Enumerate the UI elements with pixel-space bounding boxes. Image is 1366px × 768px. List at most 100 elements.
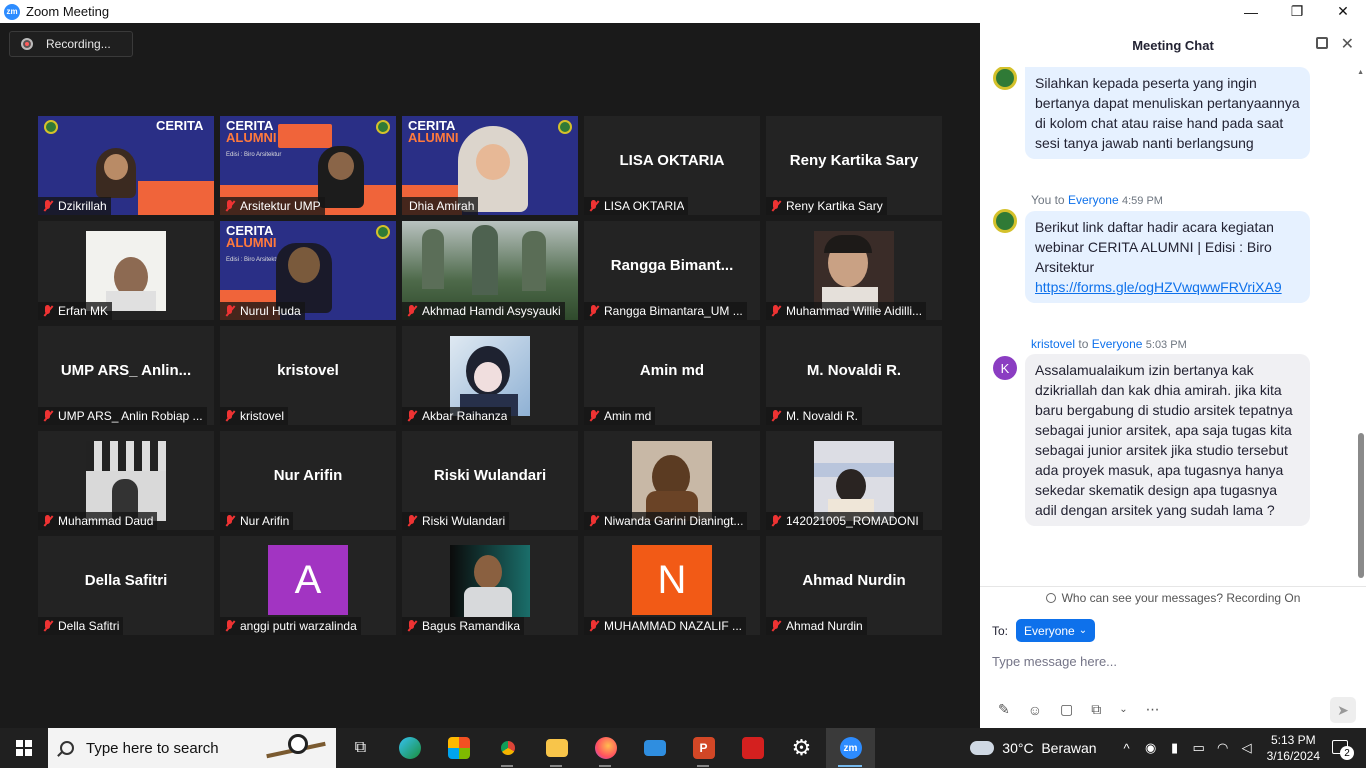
- recording-label: Recording...: [46, 37, 111, 51]
- message-link[interactable]: https://forms.gle/ogHZVwqwwFRVriXA9: [1035, 279, 1282, 295]
- participant-name: Della Safitri: [58, 619, 120, 633]
- participant-tile[interactable]: Muhammad Daud: [38, 431, 214, 530]
- participant-tile[interactable]: Reny Kartika Sary Reny Kartika Sary: [766, 116, 942, 215]
- participant-tile[interactable]: N MUHAMMAD NAZALIF ...: [584, 536, 760, 635]
- search-input[interactable]: [86, 739, 266, 757]
- acrobat-button[interactable]: [728, 728, 777, 768]
- meeting-chat-panel: Meeting Chat ✕ Silahkan kepada peserta y…: [980, 23, 1366, 728]
- banner-subtitle: ALUMNI: [226, 235, 277, 250]
- taskbar-search[interactable]: [48, 728, 336, 768]
- task-view-button[interactable]: ⧉: [336, 728, 385, 768]
- chrome-button[interactable]: [483, 728, 532, 768]
- participant-tile[interactable]: Della Safitri Della Safitri: [38, 536, 214, 635]
- who-can-see-banner[interactable]: Who can see your messages? Recording On: [980, 586, 1366, 608]
- wifi-icon[interactable]: ◠: [1211, 740, 1235, 756]
- settings-button[interactable]: ⚙: [777, 728, 826, 768]
- send-button[interactable]: ➤: [1330, 697, 1356, 723]
- participant-tile[interactable]: M. Novaldi R. M. Novaldi R.: [766, 326, 942, 425]
- chat-scrollbar[interactable]: [1358, 83, 1364, 578]
- chevron-down-icon[interactable]: ⌄: [1119, 704, 1127, 715]
- participant-tile[interactable]: UMP ARS_ Anlin... UMP ARS_ Anlin Robiap …: [38, 326, 214, 425]
- weather-text: 30°C Berawan: [1002, 740, 1097, 756]
- participant-tile[interactable]: Ahmad Nurdin Ahmad Nurdin: [766, 536, 942, 635]
- chevron-up-icon[interactable]: ^: [1115, 741, 1139, 756]
- participant-tile[interactable]: LISA OKTARIA LISA OKTARIA: [584, 116, 760, 215]
- chat-message[interactable]: Assalamualaikum izin bertanya kak dzikri…: [1025, 354, 1310, 526]
- mail-button[interactable]: [630, 728, 679, 768]
- profile-photo: [450, 545, 530, 617]
- file-icon[interactable]: ▢: [1060, 701, 1073, 718]
- participant-tile[interactable]: Akhmad Hamdi Asysyauki: [402, 221, 578, 320]
- participant-tile[interactable]: A anggi putri warzalinda: [220, 536, 396, 635]
- mail-icon: [643, 740, 666, 756]
- participant-tile[interactable]: Bagus Ramandika: [402, 536, 578, 635]
- participant-display-name: Nur Arifin: [273, 467, 343, 484]
- participant-tile[interactable]: 142021005_ROMADONI: [766, 431, 942, 530]
- store-icon: [447, 737, 470, 759]
- participant-display-name: Ahmad Nurdin: [802, 572, 906, 589]
- participant-tile[interactable]: Muhammad Willie Aidilli...: [766, 221, 942, 320]
- banner-title: CERITA: [156, 118, 204, 133]
- participant-tile[interactable]: Akbar Raihanza: [402, 326, 578, 425]
- microphone-icon[interactable]: ▮: [1163, 740, 1187, 756]
- clock[interactable]: 5:13 PM 3/16/2024: [1267, 732, 1320, 764]
- battery-icon[interactable]: ▭: [1187, 740, 1211, 756]
- participant-tile[interactable]: Amin md Amin md: [584, 326, 760, 425]
- chat-message[interactable]: Silahkan kepada peserta yang ingin berta…: [1025, 67, 1310, 159]
- store-button[interactable]: [434, 728, 483, 768]
- message-sender: You: [1031, 193, 1052, 207]
- participant-tile[interactable]: Riski Wulandari Riski Wulandari: [402, 431, 578, 530]
- message-text: Berikut link daftar hadir acara kegiatan…: [1035, 219, 1274, 275]
- recording-indicator[interactable]: Recording...: [9, 31, 133, 57]
- participant-display-name: Rangga Bimant...: [610, 257, 734, 274]
- more-icon[interactable]: ⋯: [1146, 701, 1160, 718]
- recipient-dropdown[interactable]: Everyone ⌄: [1016, 619, 1096, 642]
- avatar: K: [993, 356, 1017, 380]
- weather-cloud-icon: [970, 735, 995, 755]
- search-icon: [60, 741, 74, 755]
- participant-tile[interactable]: Erfan MK: [38, 221, 214, 320]
- person-icon: [1045, 592, 1056, 603]
- chat-header: Meeting Chat ✕: [980, 23, 1366, 67]
- start-button[interactable]: [0, 728, 48, 768]
- participant-tile[interactable]: Rangga Bimant... Rangga Bimantara_UM ...: [584, 221, 760, 320]
- edge-button[interactable]: [385, 728, 434, 768]
- scroll-up-icon[interactable]: ▲: [1357, 69, 1364, 76]
- format-icon[interactable]: ✎: [998, 701, 1010, 718]
- mic-muted-icon: [41, 619, 55, 633]
- file-explorer-button[interactable]: [532, 728, 581, 768]
- minimize-button[interactable]: —: [1228, 0, 1274, 23]
- participant-tile[interactable]: CERITA ALUMNI Edisi : Biro Arsitektur Nur…: [220, 221, 396, 320]
- zoom-taskbar-button[interactable]: zm: [826, 728, 875, 768]
- participant-tile[interactable]: Niwanda Garini Dianingt...: [584, 431, 760, 530]
- mic-muted-icon: [769, 304, 783, 318]
- popout-icon[interactable]: [1316, 37, 1328, 49]
- screenshot-icon[interactable]: ⧉: [1091, 701, 1101, 718]
- participant-tile[interactable]: kristovel kristovel: [220, 326, 396, 425]
- emoji-icon[interactable]: ☺: [1028, 702, 1042, 718]
- search-highlight-icon: [266, 730, 326, 766]
- powerpoint-button[interactable]: P: [679, 728, 728, 768]
- participant-tile[interactable]: Nur Arifin Nur Arifin: [220, 431, 396, 530]
- firefox-button[interactable]: [581, 728, 630, 768]
- avatar: [993, 67, 1017, 90]
- maximize-button[interactable]: ❐: [1274, 0, 1320, 23]
- mic-muted-icon: [41, 199, 55, 213]
- participant-tile[interactable]: CERITA Dzikrillah: [38, 116, 214, 215]
- camera-icon[interactable]: ◉: [1139, 740, 1163, 756]
- close-icon[interactable]: ✕: [1341, 34, 1354, 54]
- chat-message[interactable]: Berikut link daftar hadir acara kegiatan…: [1025, 211, 1310, 303]
- message-text: Silahkan kepada peserta yang ingin berta…: [1035, 75, 1300, 151]
- avatar: A: [268, 545, 348, 615]
- chat-message-input[interactable]: [992, 649, 1352, 673]
- close-window-button[interactable]: ✕: [1320, 0, 1366, 23]
- powerpoint-icon: P: [692, 737, 715, 759]
- mic-muted-icon: [223, 619, 237, 633]
- notification-center-button[interactable]: 2: [1330, 738, 1354, 760]
- participant-tile[interactable]: CERITA ALUMNI Edisi : Biro Arsitektur Ars…: [220, 116, 396, 215]
- participant-tile-active-speaker[interactable]: CERITA ALUMNI Dhia Amirah: [402, 116, 578, 215]
- participant-name: Arsitektur UMP: [240, 199, 321, 213]
- volume-icon[interactable]: ◁: [1235, 740, 1259, 756]
- weather-widget[interactable]: 30°C Berawan: [970, 735, 1097, 756]
- mic-muted-icon: [41, 304, 55, 318]
